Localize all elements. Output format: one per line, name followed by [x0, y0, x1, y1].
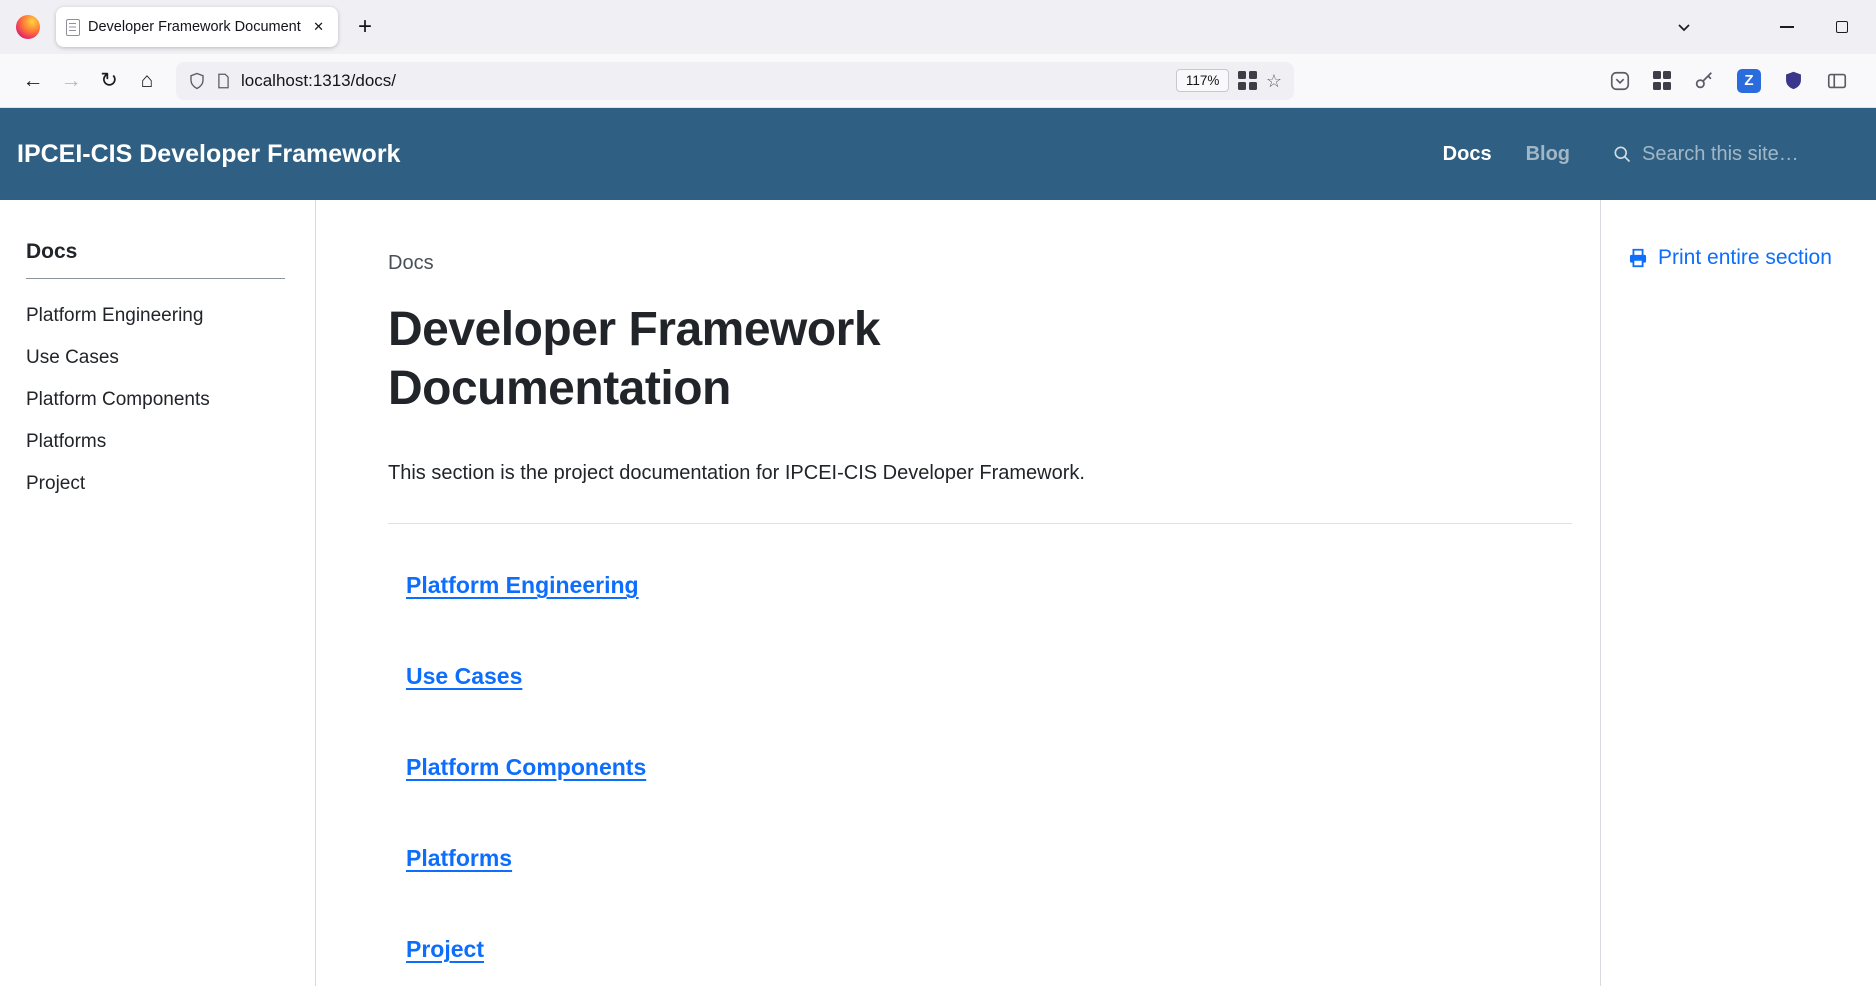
tracking-protection-shield-icon[interactable]: [188, 72, 206, 90]
site-brand[interactable]: IPCEI-CIS Developer Framework: [17, 140, 400, 169]
url-text[interactable]: localhost:1313/docs/: [241, 71, 1167, 91]
sidebar-item: Platform Engineering: [26, 305, 285, 327]
browser-toolbar-icons: Z: [1609, 69, 1863, 93]
search-input[interactable]: [1642, 143, 1850, 166]
pocket-icon[interactable]: [1609, 70, 1631, 92]
browser-nav-bar: ← → ↻ ⌂ localhost:1313/docs/ 117% ☆ Z: [0, 54, 1876, 108]
site-nav: Docs Blog: [1443, 143, 1850, 166]
password-manager-key-icon[interactable]: [1693, 70, 1715, 92]
sidebar-item: Project: [26, 473, 285, 495]
sidebar-item: Platform Components: [26, 389, 285, 411]
content-divider: [388, 523, 1572, 524]
forward-button[interactable]: →: [52, 63, 90, 99]
sidebar-item-platforms[interactable]: Platforms: [26, 431, 106, 452]
printer-icon: [1627, 247, 1649, 269]
sidebar-item-platform-components[interactable]: Platform Components: [26, 389, 210, 410]
nav-link-docs[interactable]: Docs: [1443, 143, 1492, 166]
sidebar-nav: Platform Engineering Use Cases Platform …: [26, 305, 285, 495]
minimize-window-button[interactable]: [1780, 26, 1794, 28]
breadcrumb[interactable]: Docs: [388, 252, 1572, 275]
home-button[interactable]: ⌂: [128, 63, 166, 99]
sidebar-item-project[interactable]: Project: [26, 473, 85, 494]
nav-link-blog[interactable]: Blog: [1526, 143, 1570, 166]
back-button[interactable]: ←: [14, 63, 52, 99]
section-links: Platform Engineering Use Cases Platform …: [388, 572, 1572, 963]
sidebar-item: Use Cases: [26, 347, 285, 369]
sidebar-item-use-cases[interactable]: Use Cases: [26, 347, 119, 368]
new-tab-button[interactable]: +: [358, 15, 372, 39]
section-link-platforms[interactable]: Platforms: [406, 845, 512, 872]
grid-extension-icon[interactable]: [1653, 71, 1672, 90]
print-section-link[interactable]: Print entire section: [1627, 246, 1876, 270]
url-bar[interactable]: localhost:1313/docs/ 117% ☆: [176, 62, 1294, 100]
page-info-icon[interactable]: [215, 72, 232, 90]
main-content: Docs Developer Framework Documentation T…: [316, 200, 1600, 986]
page-action-grid-icon[interactable]: [1238, 71, 1257, 90]
print-link-label: Print entire section: [1658, 246, 1832, 270]
tab-title: Developer Framework Documentation: [88, 19, 301, 35]
page-title: Developer Framework Documentation: [388, 301, 1228, 418]
page-favicon-icon: [66, 19, 80, 36]
firefox-logo-icon: [16, 15, 40, 39]
browser-tab-bar: Developer Framework Documentation ✕ +: [0, 0, 1876, 54]
sidebar-toggle-icon[interactable]: [1826, 70, 1848, 92]
sidebar-item-platform-engineering[interactable]: Platform Engineering: [26, 305, 203, 326]
shield-extension-icon[interactable]: [1783, 70, 1804, 91]
sidebar-item: Platforms: [26, 431, 285, 453]
window-controls: [1676, 0, 1876, 54]
sidebar-heading[interactable]: Docs: [26, 240, 285, 279]
intro-text: This section is the project documentatio…: [388, 462, 1572, 485]
page-body: Docs Platform Engineering Use Cases Plat…: [0, 200, 1876, 986]
reload-button[interactable]: ↻: [90, 63, 128, 99]
section-link-platform-components[interactable]: Platform Components: [406, 754, 646, 781]
zoom-level-button[interactable]: 117%: [1176, 69, 1230, 92]
section-link-platform-engineering[interactable]: Platform Engineering: [406, 572, 639, 599]
list-tabs-chevron-icon[interactable]: [1676, 19, 1692, 35]
restore-window-button[interactable]: [1836, 21, 1848, 33]
bookmark-star-icon[interactable]: ☆: [1266, 72, 1282, 90]
docs-sidebar: Docs Platform Engineering Use Cases Plat…: [0, 200, 316, 986]
right-rail: Print entire section: [1600, 200, 1876, 986]
site-header: IPCEI-CIS Developer Framework Docs Blog: [0, 108, 1876, 200]
section-link-use-cases[interactable]: Use Cases: [406, 663, 522, 690]
zotero-icon[interactable]: Z: [1737, 69, 1761, 93]
browser-tab[interactable]: Developer Framework Documentation ✕: [56, 7, 338, 47]
search-icon: [1612, 144, 1632, 164]
site-search[interactable]: [1612, 143, 1850, 166]
section-link-project[interactable]: Project: [406, 936, 484, 963]
tab-close-icon[interactable]: ✕: [309, 17, 328, 37]
